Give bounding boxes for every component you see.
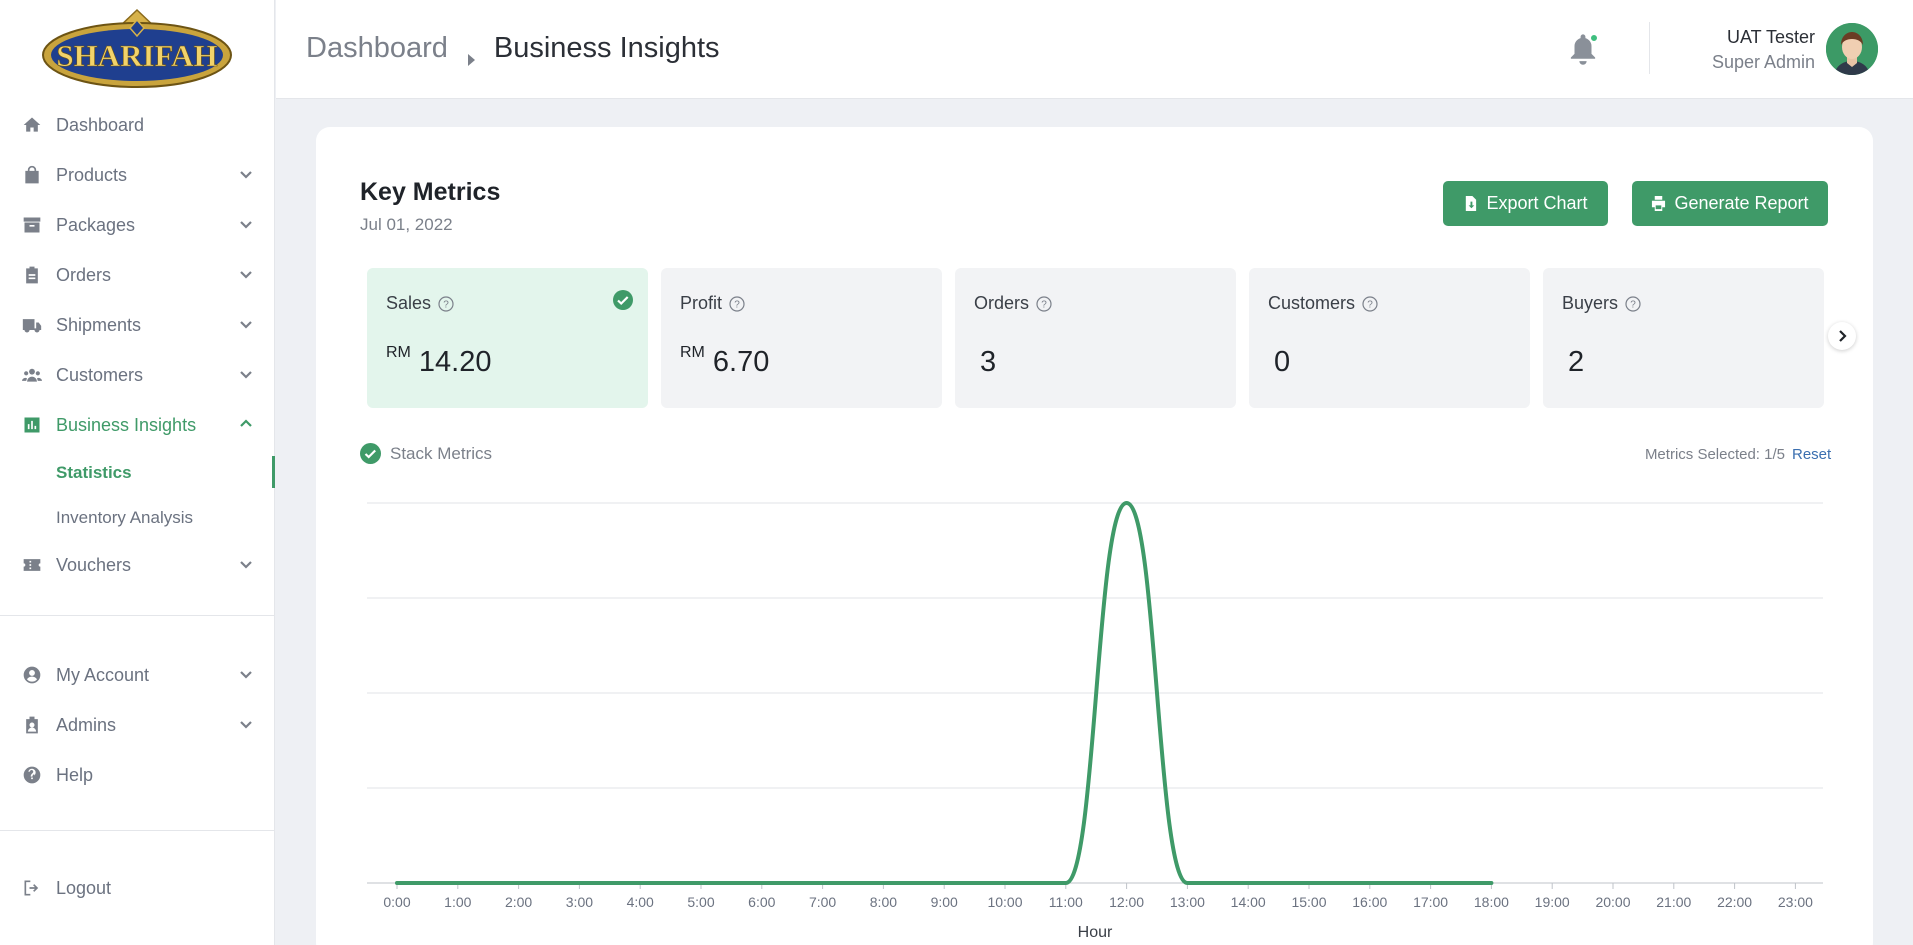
x-tick-label: 20:00 <box>1595 894 1630 910</box>
x-tick-label: 14:00 <box>1231 894 1266 910</box>
x-tick-label: 22:00 <box>1717 894 1752 910</box>
x-tick-label: 16:00 <box>1352 894 1387 910</box>
user-circle-icon <box>20 663 44 687</box>
sidebar-item-vouchers[interactable]: Vouchers <box>0 540 275 590</box>
sidebar-item-help[interactable]: Help <box>0 750 275 800</box>
x-tick-label: 10:00 <box>987 894 1022 910</box>
chevron-down-icon <box>239 667 253 681</box>
x-tick-label: 21:00 <box>1656 894 1691 910</box>
sidebar-item-label: Orders <box>56 264 112 285</box>
sidebar-item-customers[interactable]: Customers <box>0 350 275 400</box>
x-tick-label: 8:00 <box>870 894 897 910</box>
notification-dot <box>1589 33 1599 43</box>
x-tick-label: 5:00 <box>687 894 714 910</box>
x-tick-label: 7:00 <box>809 894 836 910</box>
key-metrics-card: Key Metrics Jul 01, 2022 Export Chart Ge… <box>316 127 1873 945</box>
logout-button[interactable]: Logout <box>0 863 275 913</box>
x-tick-label: 6:00 <box>748 894 775 910</box>
logout-icon <box>20 876 44 900</box>
sidebar-logout-nav: Logout <box>0 863 275 913</box>
sidebar-item-my-account[interactable]: My Account <box>0 650 275 700</box>
sidebar-divider <box>0 830 275 831</box>
chevron-down-icon <box>239 317 253 331</box>
chevron-down-icon <box>239 167 253 181</box>
avatar[interactable] <box>1826 23 1878 75</box>
breadcrumb-current: Business Insights <box>493 32 720 64</box>
x-tick-label: 15:00 <box>1291 894 1326 910</box>
sidebar-item-products[interactable]: Products <box>0 150 275 200</box>
x-tick-label: 23:00 <box>1778 894 1813 910</box>
bar-chart-icon <box>20 413 44 437</box>
sidebar-item-orders[interactable]: Orders <box>0 250 275 300</box>
id-badge-icon <box>20 713 44 737</box>
ticket-icon <box>20 553 44 577</box>
x-tick-label: 0:00 <box>383 894 410 910</box>
x-tick-label: 19:00 <box>1535 894 1570 910</box>
sidebar-item-dashboard[interactable]: Dashboard <box>0 100 275 150</box>
x-tick-label: 17:00 <box>1413 894 1448 910</box>
sidebar-item-label: Products <box>56 164 128 185</box>
chevron-down-icon <box>239 217 253 231</box>
sharifah-logo[interactable]: SHARIFAH <box>40 8 235 90</box>
sidebar-item-label: Vouchers <box>56 554 132 575</box>
x-tick-label: 2:00 <box>505 894 532 910</box>
sidebar-item-admins[interactable]: Admins <box>0 700 275 750</box>
x-tick-label: 18:00 <box>1474 894 1509 910</box>
user-role: Super Admin <box>1711 52 1815 72</box>
sidebar-item-label: My Account <box>56 664 150 685</box>
user-name: UAT Tester <box>1726 27 1815 47</box>
chevron-up-icon <box>239 417 253 431</box>
x-tick-label: 4:00 <box>627 894 654 910</box>
question-circle-icon <box>20 763 44 787</box>
chevron-down-icon <box>239 367 253 381</box>
home-icon <box>20 113 44 137</box>
top-header: Dashboard Business Insights UAT Tester S… <box>276 0 1913 99</box>
sidebar-subitem-statistics[interactable]: Statistics <box>0 450 275 495</box>
sidebar-item-business-insights[interactable]: Business Insights <box>0 400 275 450</box>
sidebar-item-label: Help <box>56 764 94 785</box>
sidebar-item-label: Admins <box>56 714 117 735</box>
sidebar-bottom-nav: My Account Admins Help <box>0 650 275 800</box>
clipboard-icon <box>20 263 44 287</box>
x-axis-label: Hour <box>1078 924 1113 941</box>
x-tick-label: 11:00 <box>1049 894 1083 910</box>
truck-icon <box>20 313 44 337</box>
sidebar-item-shipments[interactable]: Shipments <box>0 300 275 350</box>
chevron-down-icon <box>239 557 253 571</box>
chevron-down-icon <box>239 267 253 281</box>
sidebar-item-label: Customers <box>56 364 144 385</box>
breadcrumb-dashboard-link[interactable]: Dashboard <box>306 32 448 65</box>
sidebar-divider <box>0 615 275 616</box>
logout-label: Logout <box>56 877 112 898</box>
x-tick-label: 1:00 <box>444 894 471 910</box>
sidebar-item-label: Packages <box>56 214 136 235</box>
x-tick-label: 3:00 <box>566 894 593 910</box>
sales-line-chart: 0:00 1:00 2:00 3:00 4:00 5:00 6:00 7:00 8:00 9:00… <box>367 501 1823 941</box>
chevron-down-icon <box>239 717 253 731</box>
x-tick-label: 9:00 <box>931 894 958 910</box>
sidebar-item-label: Dashboard <box>56 114 145 135</box>
logo-text: SHARIFAH <box>56 38 217 73</box>
sidebar-item-label: Shipments <box>56 314 142 335</box>
sidebar: SHARIFAH Dashboard Products Packages Ord… <box>0 0 275 945</box>
sidebar-item-label: Business Insights <box>56 414 197 435</box>
sidebar-item-packages[interactable]: Packages <box>0 200 275 250</box>
breadcrumb: Dashboard Business Insights <box>306 32 720 66</box>
x-tick-label: 13:00 <box>1170 894 1205 910</box>
header-separator <box>1649 22 1650 74</box>
caret-right-icon <box>464 42 478 66</box>
shopping-bag-icon <box>20 163 44 187</box>
users-icon <box>20 363 44 387</box>
sidebar-subitem-inventory-analysis[interactable]: Inventory Analysis <box>0 495 275 540</box>
sidebar-nav: Dashboard Products Packages Orders Shipm… <box>0 100 275 590</box>
archive-box-icon <box>20 213 44 237</box>
x-tick-label: 12:00 <box>1109 894 1144 910</box>
